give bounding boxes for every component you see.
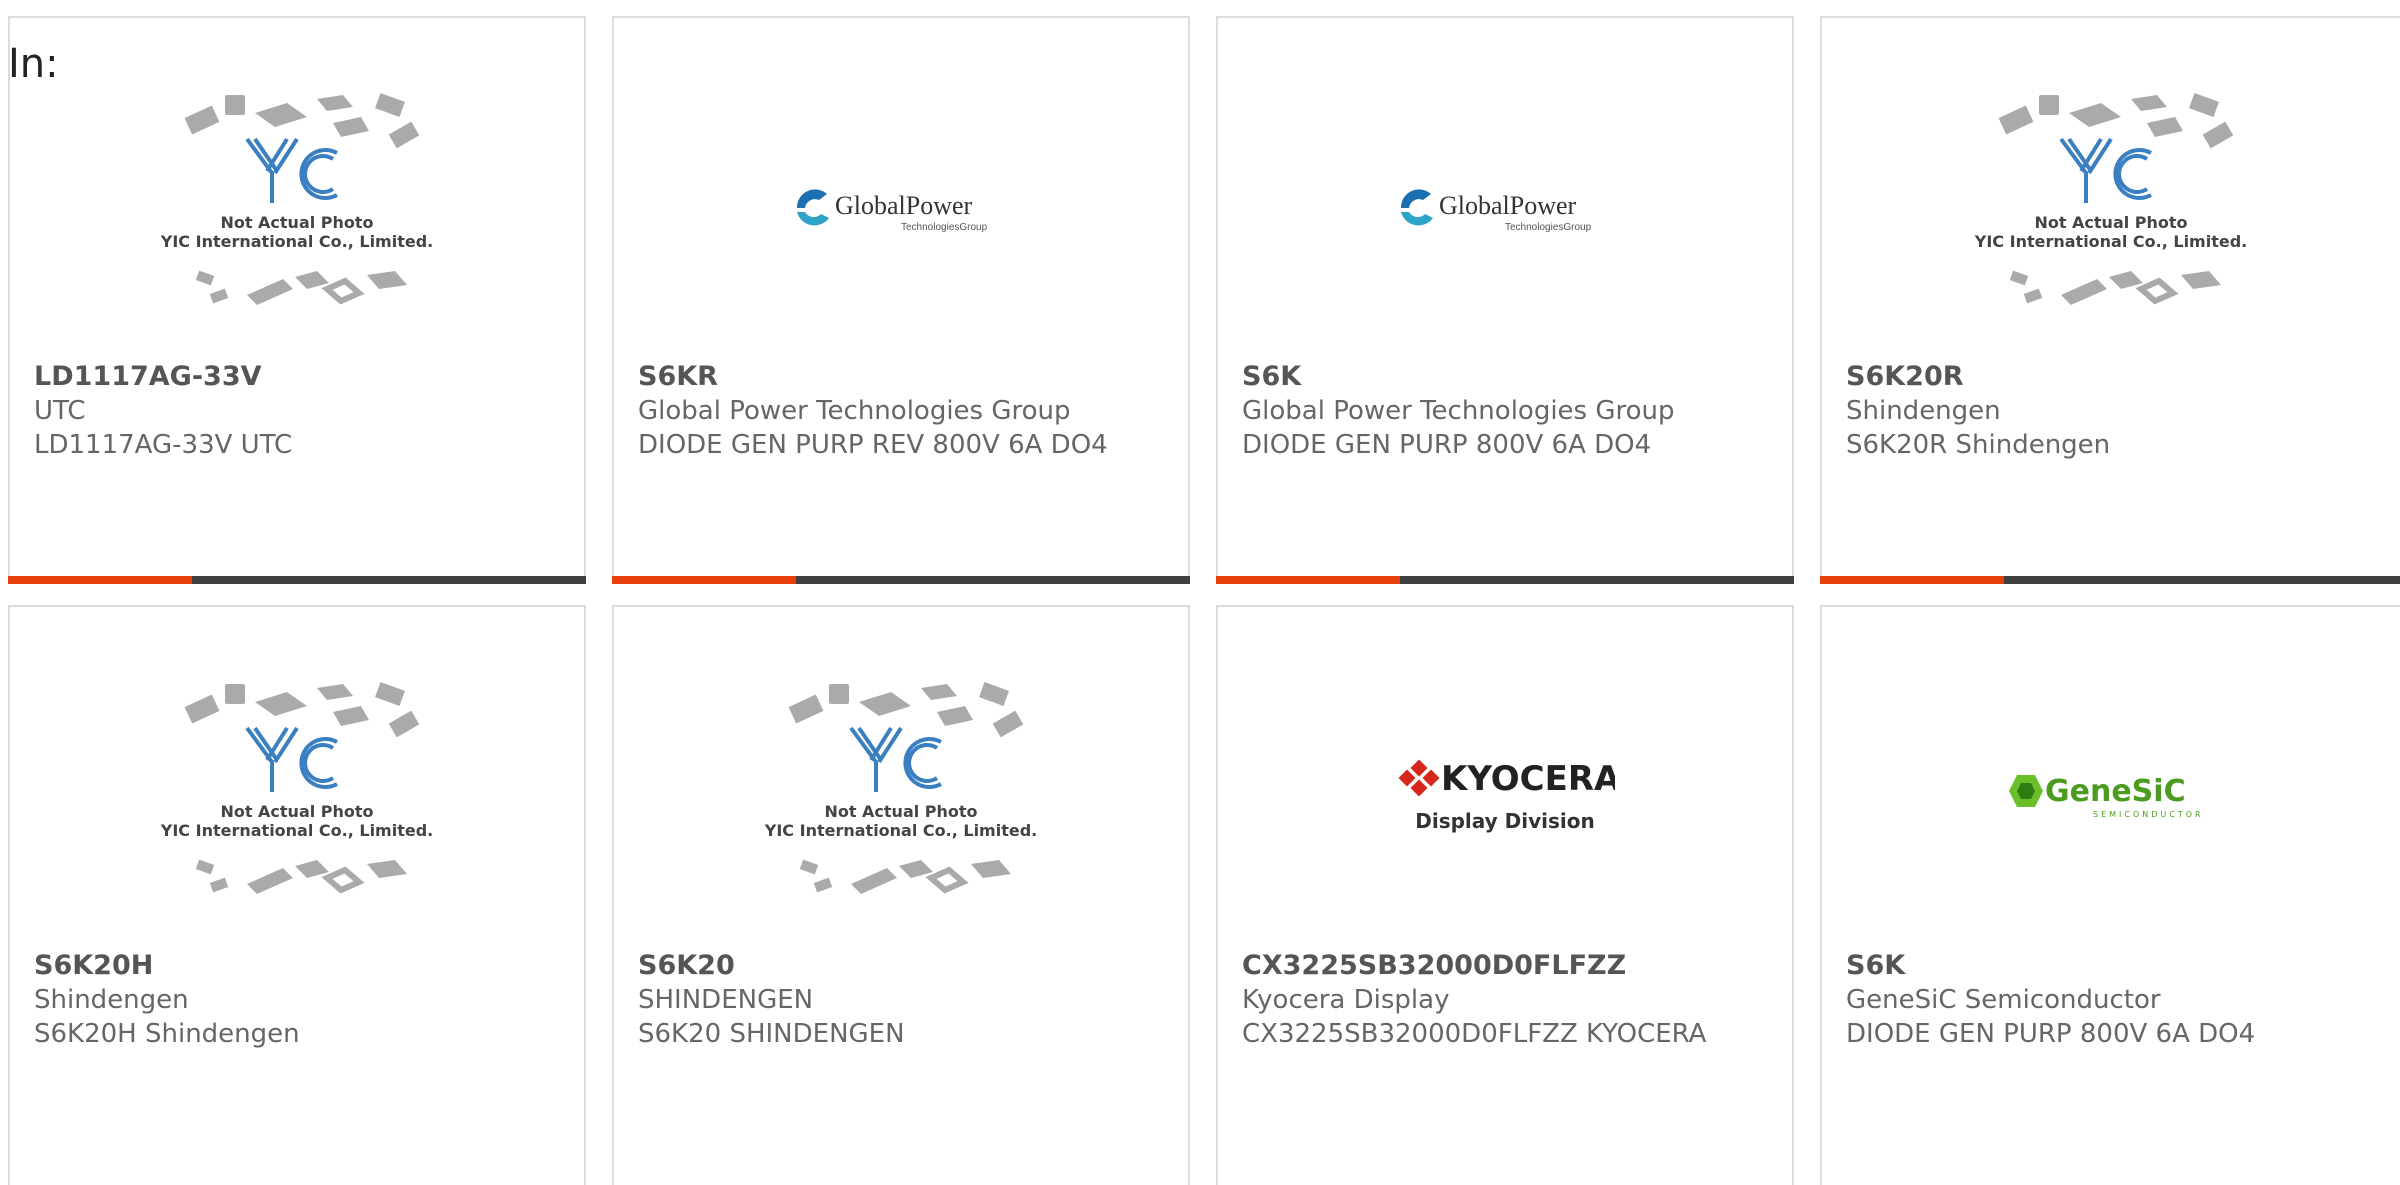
card-progress-bar (8, 576, 586, 584)
product-grid: Not Actual Photo YIC International Co., … (0, 0, 2400, 1185)
product-card[interactable]: Not Actual Photo YIC International Co., … (1820, 16, 2400, 584)
product-card[interactable]: Not Actual Photo YIC International Co., … (612, 605, 1190, 1185)
product-image[interactable]: Not Actual Photo YIC International Co., … (1822, 78, 2400, 338)
manufacturer: GeneSiC Semiconductor (1846, 985, 2161, 1015)
filter-label: In: (8, 41, 59, 87)
yic-placeholder-icon: Not Actual Photo YIC International Co., … (160, 682, 433, 894)
manufacturer: Kyocera Display (1242, 985, 1450, 1015)
card-progress-bar (612, 576, 1190, 584)
description: S6K20H Shindengen (34, 1019, 300, 1049)
svg-text:TechnologiesGroup: TechnologiesGroup (901, 222, 988, 233)
description: DIODE GEN PURP REV 800V 6A DO4 (638, 430, 1108, 460)
description: LD1117AG-33V UTC (34, 430, 293, 460)
product-image[interactable]: KYOCERA Display Division (1218, 667, 1792, 927)
product-image[interactable]: GeneSiC SEMICONDUCTOR (1822, 667, 2400, 927)
svg-text:YIC International Co., Limited: YIC International Co., Limited. (764, 821, 1037, 840)
product-card[interactable]: KYOCERA Display Division CX3225SB32000D0… (1216, 605, 1794, 1185)
svg-text:YIC International Co., Limited: YIC International Co., Limited. (160, 821, 433, 840)
part-number[interactable]: S6K20H (34, 949, 560, 983)
yic-placeholder-icon: Not Actual Photo YIC International Co., … (764, 682, 1037, 894)
description: S6K20R Shindengen (1846, 430, 2111, 460)
part-number[interactable]: S6K (1242, 360, 1768, 394)
yic-placeholder-icon: Not Actual Photo YIC International Co., … (160, 93, 433, 305)
part-number[interactable]: S6K20R (1846, 360, 2376, 394)
globalpower-logo-icon: GlobalPower TechnologiesGroup (1400, 189, 1592, 233)
svg-text:Not Actual Photo: Not Actual Photo (220, 802, 373, 821)
product-image[interactable]: Not Actual Photo YIC International Co., … (10, 78, 584, 338)
svg-text:GlobalPower: GlobalPower (835, 191, 973, 220)
svg-text:Not Actual Photo: Not Actual Photo (2034, 213, 2187, 232)
manufacturer: Global Power Technologies Group (1242, 396, 1675, 426)
svg-text:Not Actual Photo: Not Actual Photo (824, 802, 977, 821)
card-progress-bar (1820, 576, 2400, 584)
svg-text:GeneSiC: GeneSiC (2045, 774, 2186, 809)
part-number[interactable]: CX3225SB32000D0FLFZZ (1242, 949, 1768, 983)
svg-text:KYOCERA: KYOCERA (1441, 759, 1615, 799)
manufacturer: Shindengen (1846, 396, 2001, 426)
part-number[interactable]: S6K20 (638, 949, 1164, 983)
product-card[interactable]: Not Actual Photo YIC International Co., … (8, 16, 586, 584)
svg-text:YIC International Co., Limited: YIC International Co., Limited. (1974, 232, 2247, 251)
product-card[interactable]: Not Actual Photo YIC International Co., … (8, 605, 586, 1185)
yic-placeholder-icon: Not Actual Photo YIC International Co., … (1974, 93, 2247, 305)
part-number[interactable]: S6KR (638, 360, 1164, 394)
svg-text:TechnologiesGroup: TechnologiesGroup (1505, 222, 1592, 233)
genesic-logo-icon: GeneSiC SEMICONDUCTOR (2009, 774, 2204, 819)
product-card[interactable]: GlobalPower TechnologiesGroup S6K Global… (1216, 16, 1794, 584)
part-number[interactable]: S6K (1846, 949, 2376, 983)
manufacturer: UTC (34, 396, 86, 426)
product-card[interactable]: GlobalPower TechnologiesGroup S6KR Globa… (612, 16, 1190, 584)
svg-text:GlobalPower: GlobalPower (1439, 191, 1577, 220)
manufacturer: SHINDENGEN (638, 985, 814, 1015)
card-progress-bar (1216, 576, 1794, 584)
svg-text:Display Division: Display Division (1415, 809, 1595, 833)
svg-text:YIC International Co., Limited: YIC International Co., Limited. (160, 232, 433, 251)
manufacturer: Global Power Technologies Group (638, 396, 1071, 426)
globalpower-logo-icon: GlobalPower TechnologiesGroup (796, 189, 988, 233)
description: DIODE GEN PURP 800V 6A DO4 (1846, 1019, 2256, 1049)
product-image[interactable]: Not Actual Photo YIC International Co., … (10, 667, 584, 927)
description: S6K20 SHINDENGEN (638, 1019, 905, 1049)
product-image[interactable]: Not Actual Photo YIC International Co., … (614, 667, 1188, 927)
product-image[interactable]: GlobalPower TechnologiesGroup (614, 78, 1188, 338)
manufacturer: Shindengen (34, 985, 189, 1015)
kyocera-logo-icon: KYOCERA Display Division (1398, 759, 1615, 833)
svg-text:Not Actual Photo: Not Actual Photo (220, 213, 373, 232)
description: DIODE GEN PURP 800V 6A DO4 (1242, 430, 1652, 460)
description: CX3225SB32000D0FLFZZ KYOCERA (1242, 1019, 1707, 1049)
product-image[interactable]: GlobalPower TechnologiesGroup (1218, 78, 1792, 338)
part-number[interactable]: LD1117AG-33V (34, 360, 560, 394)
product-card[interactable]: GeneSiC SEMICONDUCTOR S6K GeneSiC Semico… (1820, 605, 2400, 1185)
svg-text:SEMICONDUCTOR: SEMICONDUCTOR (2093, 810, 2204, 819)
